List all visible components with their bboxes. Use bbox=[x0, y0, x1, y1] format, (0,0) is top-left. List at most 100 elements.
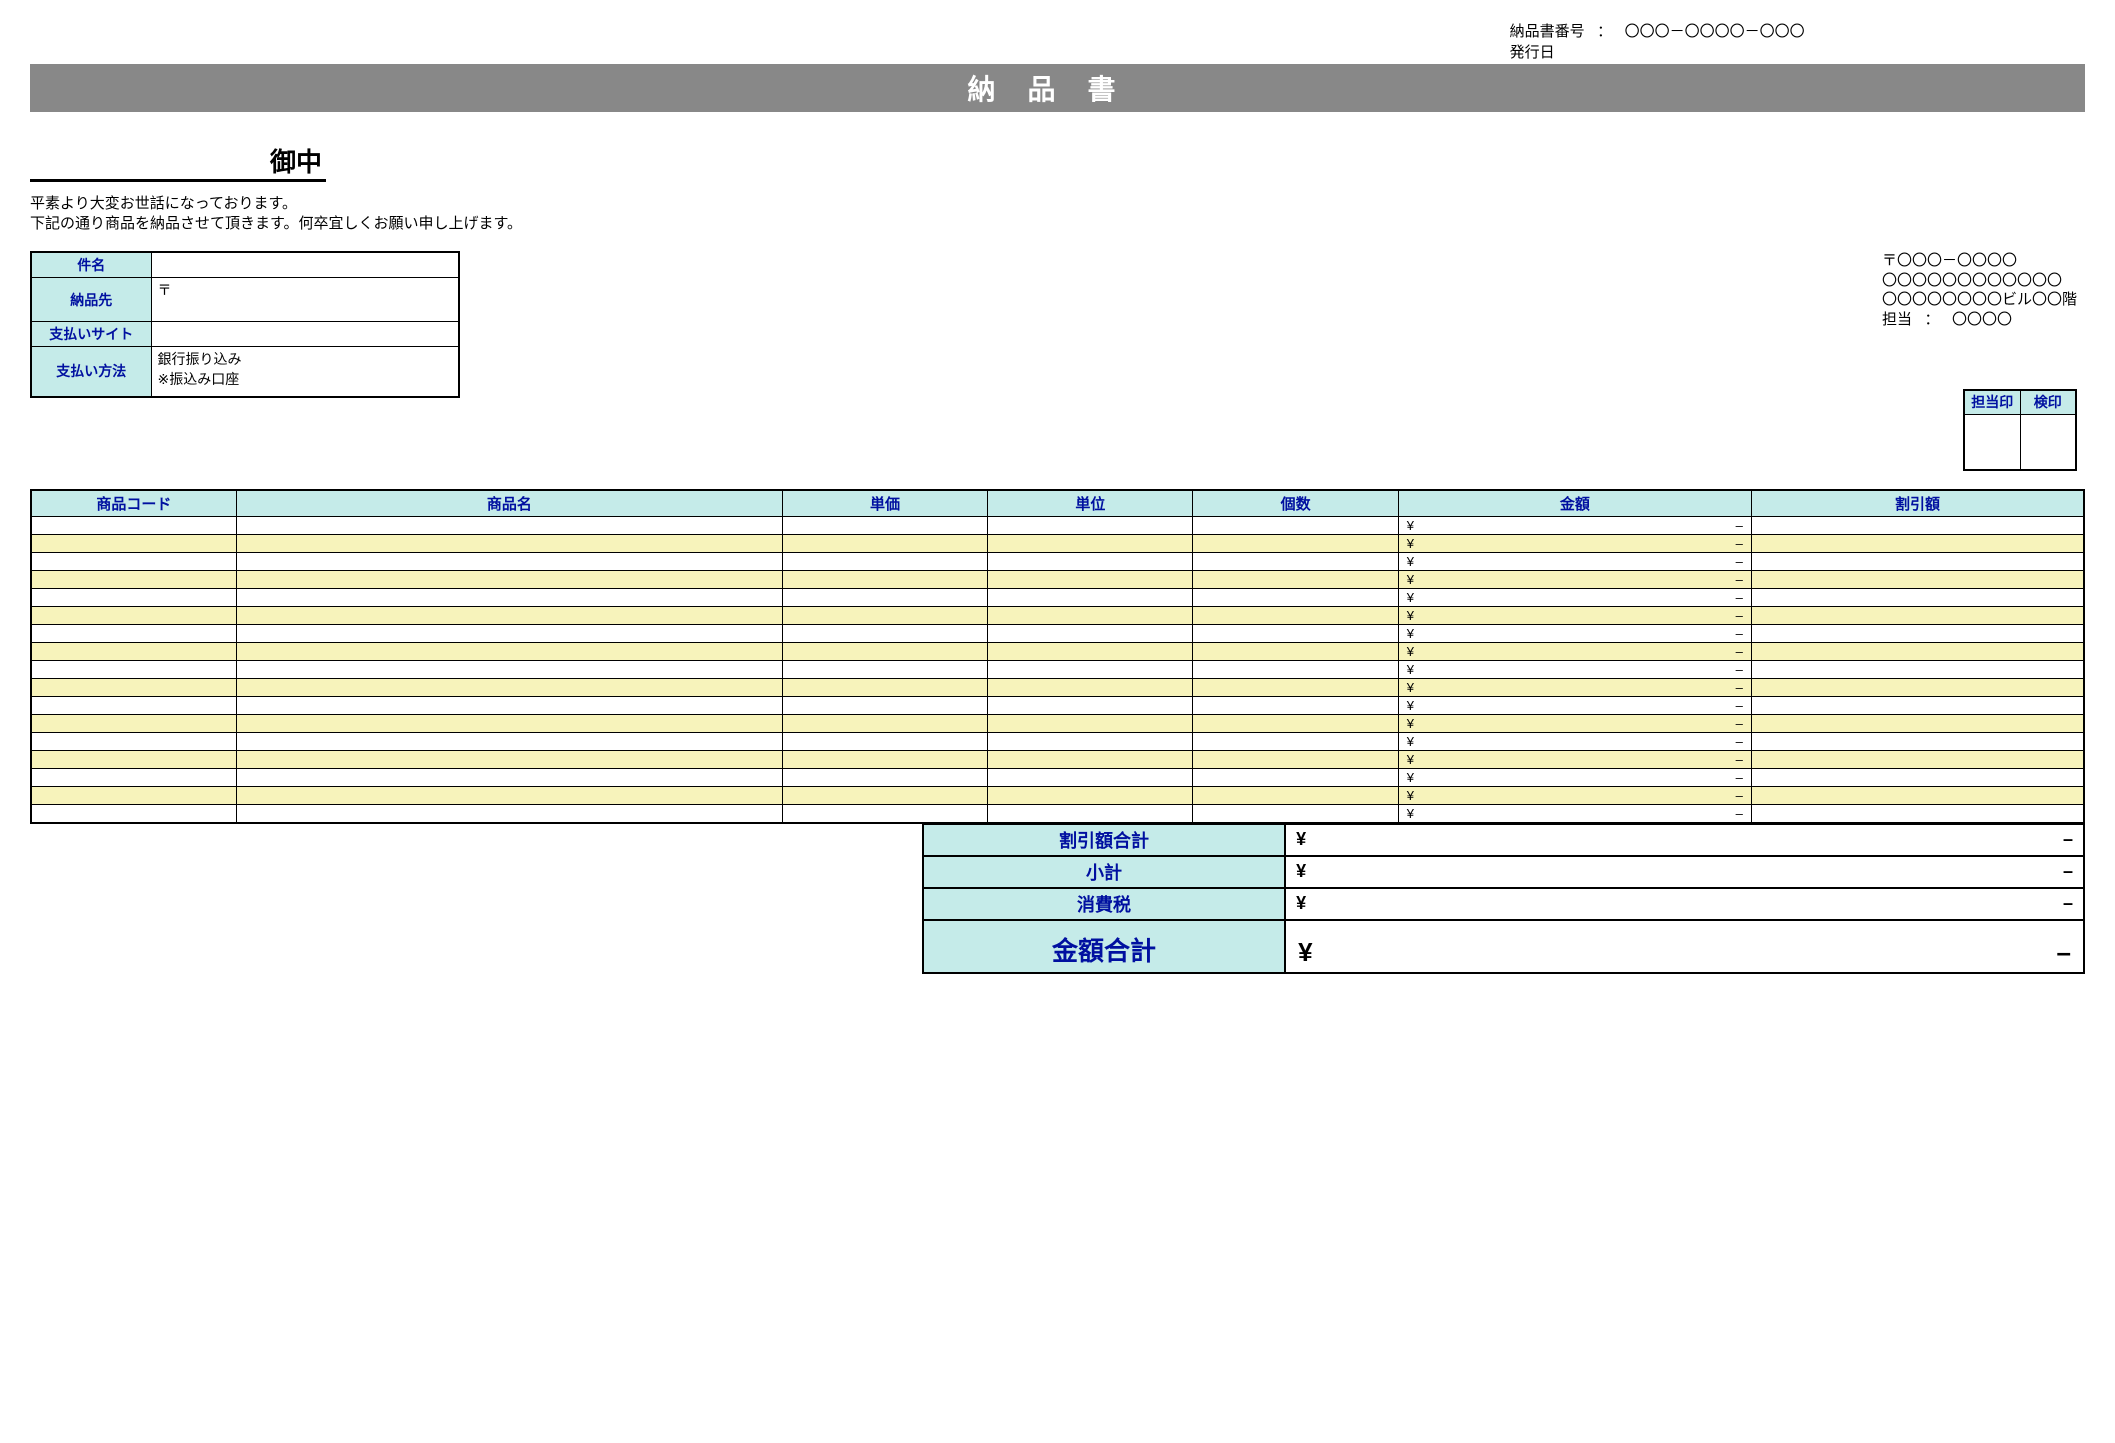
table-cell[interactable] bbox=[236, 571, 782, 589]
table-cell[interactable] bbox=[1193, 787, 1398, 805]
table-cell[interactable] bbox=[31, 571, 236, 589]
table-cell[interactable]: ¥– bbox=[1398, 625, 1751, 643]
table-cell[interactable] bbox=[31, 733, 236, 751]
table-cell[interactable] bbox=[31, 535, 236, 553]
table-cell[interactable] bbox=[988, 805, 1193, 823]
table-cell[interactable] bbox=[1751, 751, 2084, 769]
table-cell[interactable] bbox=[988, 769, 1193, 787]
table-cell[interactable]: ¥– bbox=[1398, 535, 1751, 553]
table-cell[interactable] bbox=[1751, 553, 2084, 571]
table-cell[interactable] bbox=[236, 805, 782, 823]
table-cell[interactable] bbox=[1751, 517, 2084, 535]
table-cell[interactable]: ¥– bbox=[1398, 679, 1751, 697]
table-cell[interactable] bbox=[236, 769, 782, 787]
table-cell[interactable] bbox=[31, 517, 236, 535]
table-cell[interactable]: ¥– bbox=[1398, 751, 1751, 769]
table-cell[interactable] bbox=[1751, 715, 2084, 733]
table-cell[interactable] bbox=[236, 787, 782, 805]
table-cell[interactable] bbox=[1751, 607, 2084, 625]
table-cell[interactable] bbox=[988, 643, 1193, 661]
table-cell[interactable] bbox=[1751, 787, 2084, 805]
table-cell[interactable] bbox=[236, 517, 782, 535]
table-cell[interactable] bbox=[1751, 805, 2084, 823]
table-cell[interactable] bbox=[1193, 661, 1398, 679]
table-cell[interactable] bbox=[1751, 661, 2084, 679]
table-cell[interactable]: ¥– bbox=[1398, 697, 1751, 715]
table-cell[interactable] bbox=[1193, 643, 1398, 661]
table-cell[interactable] bbox=[988, 679, 1193, 697]
table-cell[interactable] bbox=[31, 553, 236, 571]
table-cell[interactable]: ¥– bbox=[1398, 643, 1751, 661]
table-cell[interactable] bbox=[988, 625, 1193, 643]
table-cell[interactable] bbox=[1193, 715, 1398, 733]
table-cell[interactable] bbox=[1751, 571, 2084, 589]
delivery-value[interactable]: 〒 bbox=[151, 278, 459, 322]
table-cell[interactable] bbox=[31, 589, 236, 607]
table-cell[interactable] bbox=[31, 715, 236, 733]
table-cell[interactable] bbox=[782, 769, 987, 787]
table-cell[interactable] bbox=[31, 769, 236, 787]
table-cell[interactable] bbox=[1751, 589, 2084, 607]
table-cell[interactable] bbox=[236, 589, 782, 607]
table-cell[interactable] bbox=[1751, 679, 2084, 697]
table-cell[interactable] bbox=[1193, 625, 1398, 643]
table-cell[interactable] bbox=[988, 589, 1193, 607]
table-cell[interactable] bbox=[31, 787, 236, 805]
paysite-value[interactable] bbox=[151, 322, 459, 347]
table-cell[interactable] bbox=[1193, 697, 1398, 715]
table-cell[interactable]: ¥– bbox=[1398, 661, 1751, 679]
table-cell[interactable] bbox=[1193, 589, 1398, 607]
table-cell[interactable] bbox=[1193, 571, 1398, 589]
table-cell[interactable] bbox=[782, 517, 987, 535]
table-cell[interactable] bbox=[236, 679, 782, 697]
stamp-box-1[interactable] bbox=[1964, 414, 2020, 470]
table-cell[interactable] bbox=[782, 535, 987, 553]
table-cell[interactable] bbox=[988, 517, 1193, 535]
table-cell[interactable]: ¥– bbox=[1398, 553, 1751, 571]
table-cell[interactable] bbox=[31, 805, 236, 823]
table-cell[interactable] bbox=[782, 697, 987, 715]
table-cell[interactable] bbox=[31, 661, 236, 679]
table-cell[interactable] bbox=[782, 787, 987, 805]
table-cell[interactable] bbox=[782, 607, 987, 625]
table-cell[interactable] bbox=[988, 661, 1193, 679]
table-cell[interactable] bbox=[782, 733, 987, 751]
table-cell[interactable] bbox=[236, 607, 782, 625]
table-cell[interactable]: ¥– bbox=[1398, 607, 1751, 625]
table-cell[interactable] bbox=[31, 751, 236, 769]
table-cell[interactable] bbox=[988, 715, 1193, 733]
table-cell[interactable] bbox=[782, 571, 987, 589]
table-cell[interactable] bbox=[1193, 607, 1398, 625]
table-cell[interactable] bbox=[782, 625, 987, 643]
table-cell[interactable] bbox=[782, 589, 987, 607]
table-cell[interactable] bbox=[236, 715, 782, 733]
stamp-box-2[interactable] bbox=[2020, 414, 2076, 470]
table-cell[interactable] bbox=[1751, 697, 2084, 715]
table-cell[interactable] bbox=[1751, 733, 2084, 751]
table-cell[interactable] bbox=[782, 715, 987, 733]
table-cell[interactable] bbox=[1751, 625, 2084, 643]
table-cell[interactable] bbox=[31, 625, 236, 643]
table-cell[interactable] bbox=[236, 697, 782, 715]
table-cell[interactable]: ¥– bbox=[1398, 517, 1751, 535]
table-cell[interactable] bbox=[236, 553, 782, 571]
table-cell[interactable] bbox=[782, 679, 987, 697]
paymethod-value[interactable]: 銀行振り込み ※振込み口座 bbox=[151, 347, 459, 397]
subject-value[interactable] bbox=[151, 252, 459, 278]
table-cell[interactable] bbox=[1193, 517, 1398, 535]
table-cell[interactable] bbox=[988, 607, 1193, 625]
table-cell[interactable] bbox=[988, 535, 1193, 553]
table-cell[interactable] bbox=[236, 643, 782, 661]
table-cell[interactable] bbox=[31, 697, 236, 715]
table-cell[interactable] bbox=[782, 643, 987, 661]
table-cell[interactable] bbox=[31, 679, 236, 697]
table-cell[interactable] bbox=[1193, 679, 1398, 697]
table-cell[interactable] bbox=[1193, 733, 1398, 751]
table-cell[interactable] bbox=[782, 661, 987, 679]
table-cell[interactable]: ¥– bbox=[1398, 769, 1751, 787]
table-cell[interactable] bbox=[236, 535, 782, 553]
table-cell[interactable] bbox=[1193, 535, 1398, 553]
table-cell[interactable] bbox=[988, 751, 1193, 769]
table-cell[interactable] bbox=[782, 553, 987, 571]
table-cell[interactable] bbox=[1193, 751, 1398, 769]
